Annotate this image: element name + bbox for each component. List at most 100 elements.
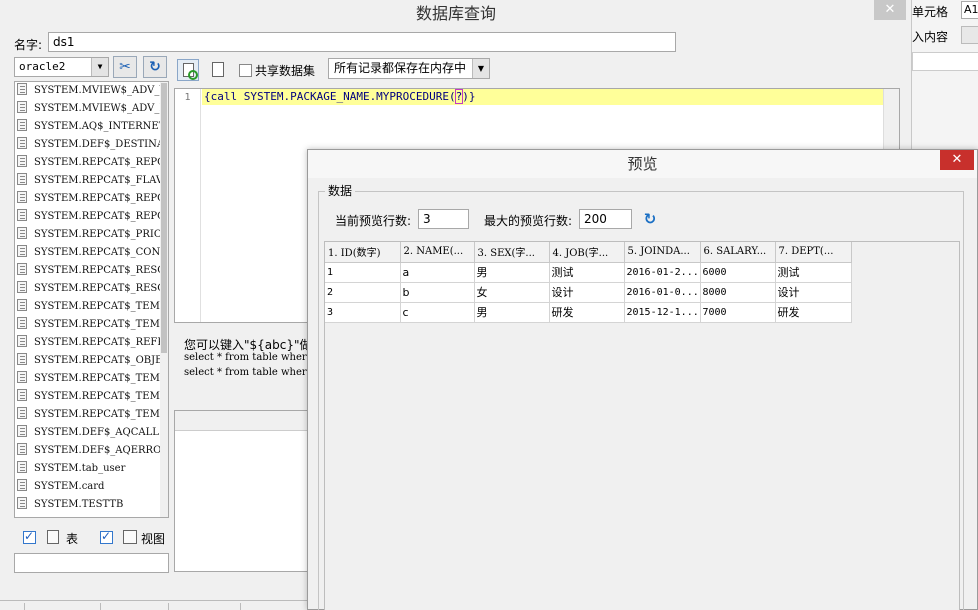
max-rows-label: 最大的预览行数: <box>484 214 573 228</box>
table-list-item[interactable]: SYSTEM.REPCAT$_OBJECT_PARMS <box>15 352 168 370</box>
table-cell[interactable]: a <box>400 262 475 283</box>
column-header[interactable]: 3. SEX(字... <box>474 242 550 263</box>
table-list-item[interactable]: SYSTEM.REPCAT$_REPOBJECT <box>15 190 168 208</box>
refresh-tables-button[interactable]: ↻ <box>143 56 167 78</box>
table-list-item[interactable]: SYSTEM.tab_user <box>15 460 168 478</box>
cell-field[interactable]: A1 <box>961 1 978 19</box>
memory-mode-select[interactable]: 所有记录都保存在内存中 ▼ <box>328 58 490 79</box>
table-cell[interactable]: 男 <box>474 302 550 323</box>
scrollbar-thumb[interactable] <box>161 83 167 353</box>
table-list-item[interactable]: SYSTEM.MVIEW$_ADV_LOG <box>15 100 168 118</box>
tab-divider <box>240 603 241 610</box>
content-button[interactable] <box>961 26 978 44</box>
table-list-item[interactable]: SYSTEM.TESTTB <box>15 496 168 514</box>
table-icon <box>17 137 27 149</box>
table-cell[interactable]: 设计 <box>549 282 625 303</box>
table-list-item[interactable]: SYSTEM.DEF$_AQERROR <box>15 442 168 460</box>
table-row[interactable]: 2 b 女设计 2016-01-0... 8000 设计 <box>325 282 852 303</box>
share-dataset-label: 共享数据集 <box>255 64 316 78</box>
table-filter-input[interactable] <box>14 553 169 573</box>
dataset-name-input[interactable]: ds1 <box>48 32 676 52</box>
content-field[interactable] <box>912 52 978 71</box>
connection-select[interactable]: oracle2 ▼ <box>14 57 109 77</box>
table-cell[interactable]: 8000 <box>700 282 776 303</box>
table-icon <box>17 461 27 473</box>
table-name: SYSTEM.MVIEW$_ADV_LOG <box>34 103 168 114</box>
table-list-item[interactable]: SYSTEM.REPCAT$_REPCAT <box>15 154 168 172</box>
table-cell[interactable]: 2015-12-1... <box>624 302 701 323</box>
column-header[interactable]: 4. JOB(字... <box>549 242 625 263</box>
table-list-item[interactable]: SYSTEM.MVIEW$_ADV_WORKLOAD <box>15 82 168 100</box>
show-views-checkbox[interactable] <box>100 529 113 544</box>
table-cell[interactable]: 2016-01-2... <box>624 262 701 283</box>
table-name: SYSTEM.tab_user <box>34 463 126 474</box>
table-cell[interactable]: 研发 <box>775 302 852 323</box>
tools-icon: ✂ <box>119 59 131 75</box>
table-name: SYSTEM.REPCAT$_FLAVORS <box>34 175 168 186</box>
parameter-panel-header <box>175 411 313 431</box>
table-cell[interactable]: 女 <box>474 282 550 303</box>
table-list-item[interactable]: SYSTEM.AQ$_INTERNET_AGENTS <box>15 118 168 136</box>
table-name: SYSTEM.REPCAT$_TEMPLATE_STATUS <box>34 409 168 420</box>
connection-settings-button[interactable]: ✂ <box>113 56 137 78</box>
parameter-panel[interactable] <box>174 410 314 572</box>
table-list-item[interactable]: SYSTEM.REPCAT$_TEMPLATE_SITES <box>15 370 168 388</box>
table-cell[interactable]: 7000 <box>700 302 776 323</box>
table-cell[interactable]: c <box>400 302 475 323</box>
table-icon <box>17 281 27 293</box>
table-icon <box>47 530 59 544</box>
sql-code-line[interactable]: {call SYSTEM.PACKAGE_NAME.MYPROCEDURE(?)… <box>204 89 476 104</box>
table-list-item[interactable]: SYSTEM.REPCAT$_PRIORITY <box>15 226 168 244</box>
table-cell[interactable]: 6000 <box>700 262 776 283</box>
table-list-item[interactable]: SYSTEM.REPCAT$_REFRESH_TEMPLATES <box>15 334 168 352</box>
result-grid[interactable]: 1. ID(数字) 2. NAME(... 3. SEX(字... 4. JOB(字.… <box>324 241 960 610</box>
table-list-item[interactable]: SYSTEM.REPCAT$_REPCATLOG <box>15 208 168 226</box>
table-list-scrollbar[interactable] <box>160 82 168 517</box>
table-list[interactable]: SYSTEM.MVIEW$_ADV_WORKLOAD SYSTEM.MVIEW$_… <box>14 81 169 518</box>
current-rows-input[interactable]: 3 <box>418 209 469 229</box>
table-list-item[interactable]: SYSTEM.REPCAT$_TEMPLATE_PARMS <box>15 316 168 334</box>
max-rows-input[interactable]: 200 <box>579 209 632 229</box>
table-cell[interactable]: 研发 <box>549 302 625 323</box>
show-tables-checkbox[interactable] <box>23 529 36 544</box>
table-list-item[interactable]: SYSTEM.card <box>15 478 168 496</box>
table-list-item[interactable]: SYSTEM.REPCAT$_TEMPLATE_STATUS <box>15 406 168 424</box>
dialog-close-button[interactable]: ✕ <box>874 0 906 20</box>
column-header[interactable]: 2. NAME(... <box>400 242 475 263</box>
refresh-preview-button[interactable]: ↻ <box>641 210 659 228</box>
table-list-item[interactable]: SYSTEM.REPCAT$_RESOLUTION_METHOD <box>15 280 168 298</box>
table-cell[interactable]: 3 <box>325 302 401 323</box>
table-list-item[interactable]: SYSTEM.REPCAT$_TEMPLATE_OBJECTS <box>15 298 168 316</box>
column-header[interactable]: 1. ID(数字) <box>325 242 401 263</box>
line-number: 1 <box>184 92 191 103</box>
new-document-icon[interactable] <box>212 62 224 77</box>
share-dataset-checkbox[interactable] <box>239 64 252 77</box>
table-name: SYSTEM.REPCAT$_TEMPLATE_OBJECTS <box>34 301 168 312</box>
column-header[interactable]: 5. JOINDA... <box>624 242 701 263</box>
preview-button[interactable] <box>177 59 199 81</box>
table-icon <box>17 191 27 203</box>
table-cell[interactable]: 2016-01-0... <box>624 282 701 303</box>
table-icon <box>17 209 27 221</box>
table-name: SYSTEM.DEF$_AQCALL <box>34 427 159 438</box>
table-row[interactable]: 3 c 男研发 2015-12-1... 7000 研发 <box>325 302 852 323</box>
table-list-item[interactable]: SYSTEM.REPCAT$_RESOLUTION <box>15 262 168 280</box>
table-cell[interactable]: b <box>400 282 475 303</box>
table-cell[interactable]: 2 <box>325 282 401 303</box>
table-cell[interactable]: 设计 <box>775 282 852 303</box>
table-list-item[interactable]: SYSTEM.DEF$_DESTINATION <box>15 136 168 154</box>
table-cell[interactable]: 1 <box>325 262 401 283</box>
tab-divider <box>100 603 101 610</box>
preview-close-button[interactable]: ✕ <box>940 150 974 170</box>
table-cell[interactable]: 男 <box>474 262 550 283</box>
column-header[interactable]: 6. SALARY... <box>700 242 776 263</box>
table-list-item[interactable]: SYSTEM.DEF$_AQCALL <box>15 424 168 442</box>
table-list-item[interactable]: SYSTEM.REPCAT$_TEMPLATE_TARGETS <box>15 388 168 406</box>
table-list-item[interactable]: SYSTEM.REPCAT$_FLAVORS <box>15 172 168 190</box>
table-list-item[interactable]: SYSTEM.REPCAT$_CONFLICT <box>15 244 168 262</box>
column-header[interactable]: 7. DEPT(... <box>775 242 852 263</box>
data-group-label: 数据 <box>325 182 356 199</box>
table-cell[interactable]: 测试 <box>775 262 852 283</box>
table-cell[interactable]: 测试 <box>549 262 625 283</box>
table-row[interactable]: 1 a 男测试 2016-01-2... 6000 测试 <box>325 262 852 283</box>
